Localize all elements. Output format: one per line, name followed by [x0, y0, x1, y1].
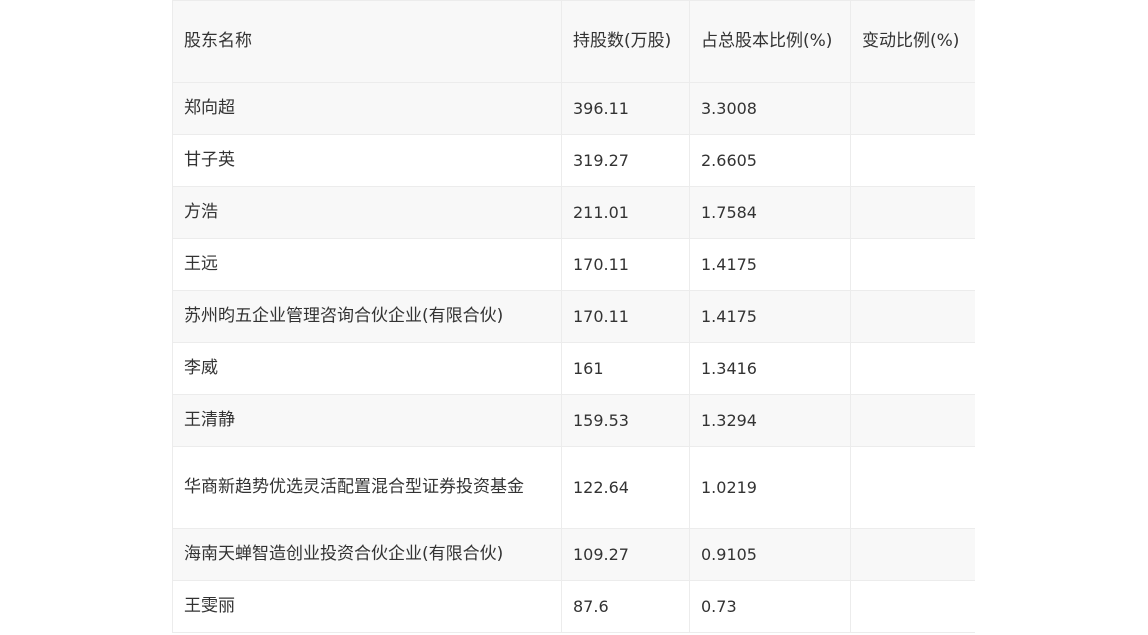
cell-shares: 161 — [561, 342, 690, 395]
cell-name: 王清静 — [172, 394, 562, 447]
table-row: 王清静 159.53 1.3294 — [172, 394, 975, 447]
header-shareholder-name: 股东名称 — [172, 0, 562, 83]
header-change-ratio: 变动比例(%) — [850, 0, 975, 83]
cell-ratio: 1.4175 — [689, 238, 851, 291]
cell-ratio: 1.3294 — [689, 394, 851, 447]
table-row: 王雯丽 87.6 0.73 — [172, 580, 975, 633]
cell-ratio: 0.9105 — [689, 528, 851, 581]
cell-shares: 170.11 — [561, 238, 690, 291]
table-row: 甘子英 319.27 2.6605 — [172, 134, 975, 187]
cell-ratio: 1.0219 — [689, 446, 851, 529]
cell-shares: 159.53 — [561, 394, 690, 447]
cell-ratio: 3.3008 — [689, 82, 851, 135]
cell-ratio: 2.6605 — [689, 134, 851, 187]
cell-change — [850, 290, 975, 343]
cell-shares: 87.6 — [561, 580, 690, 633]
cell-name: 苏州昀五企业管理咨询合伙企业(有限合伙) — [172, 290, 562, 343]
cell-name: 郑向超 — [172, 82, 562, 135]
table-row: 海南天蝉智造创业投资合伙企业(有限合伙) 109.27 0.9105 — [172, 528, 975, 581]
cell-shares: 319.27 — [561, 134, 690, 187]
cell-change — [850, 186, 975, 239]
cell-change — [850, 446, 975, 529]
table-row: 李威 161 1.3416 — [172, 342, 975, 395]
shareholder-table-container: 股东名称 持股数(万股) 占总股本比例(%) 变动比例(%) 郑向超 396.1… — [172, 0, 975, 635]
cell-ratio: 1.3416 — [689, 342, 851, 395]
cell-shares: 170.11 — [561, 290, 690, 343]
table-row: 王远 170.11 1.4175 — [172, 238, 975, 291]
table-row: 华商新趋势优选灵活配置混合型证券投资基金 122.64 1.0219 — [172, 446, 975, 529]
cell-change — [850, 134, 975, 187]
cell-name: 李威 — [172, 342, 562, 395]
shareholder-table: 股东名称 持股数(万股) 占总股本比例(%) 变动比例(%) 郑向超 396.1… — [172, 0, 975, 633]
cell-name: 王雯丽 — [172, 580, 562, 633]
cell-shares: 211.01 — [561, 186, 690, 239]
cell-change — [850, 342, 975, 395]
table-row: 郑向超 396.11 3.3008 — [172, 82, 975, 135]
cell-change — [850, 580, 975, 633]
cell-name: 海南天蝉智造创业投资合伙企业(有限合伙) — [172, 528, 562, 581]
cell-ratio: 1.7584 — [689, 186, 851, 239]
cell-name: 甘子英 — [172, 134, 562, 187]
table-row: 方浩 211.01 1.7584 — [172, 186, 975, 239]
cell-shares: 396.11 — [561, 82, 690, 135]
cell-shares: 109.27 — [561, 528, 690, 581]
cell-shares: 122.64 — [561, 446, 690, 529]
table-row: 苏州昀五企业管理咨询合伙企业(有限合伙) 170.11 1.4175 — [172, 290, 975, 343]
cell-change — [850, 528, 975, 581]
cell-name: 王远 — [172, 238, 562, 291]
header-share-ratio: 占总股本比例(%) — [689, 0, 851, 83]
cell-change — [850, 238, 975, 291]
cell-name: 方浩 — [172, 186, 562, 239]
cell-ratio: 1.4175 — [689, 290, 851, 343]
header-shares: 持股数(万股) — [561, 0, 690, 83]
cell-change — [850, 394, 975, 447]
cell-name: 华商新趋势优选灵活配置混合型证券投资基金 — [172, 446, 562, 529]
table-header-row: 股东名称 持股数(万股) 占总股本比例(%) 变动比例(%) — [172, 0, 975, 83]
cell-ratio: 0.73 — [689, 580, 851, 633]
cell-change — [850, 82, 975, 135]
